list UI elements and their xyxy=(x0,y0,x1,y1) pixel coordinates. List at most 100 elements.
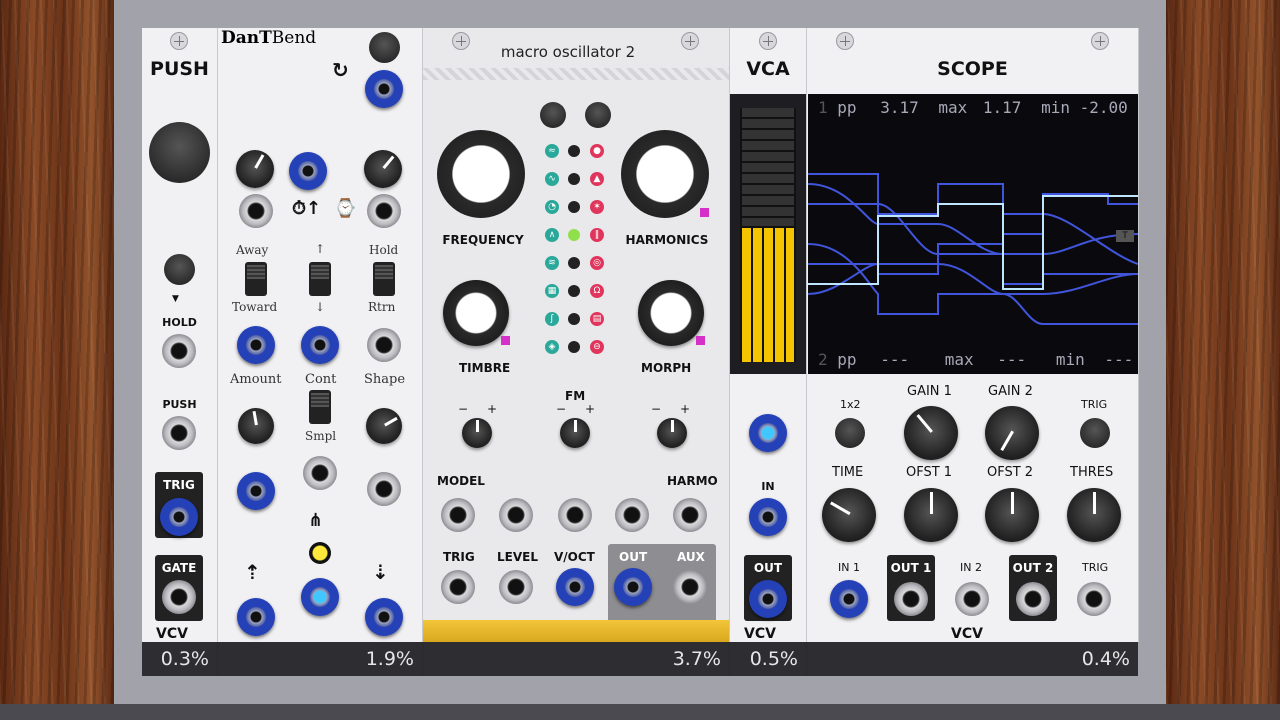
amount-knob[interactable] xyxy=(236,150,274,188)
trig-label: TRIG xyxy=(443,550,475,564)
out-label: OUT xyxy=(619,550,648,564)
trig-output-jack[interactable] xyxy=(160,498,198,536)
shape-jack[interactable] xyxy=(367,328,401,362)
aux-jack[interactable] xyxy=(673,570,707,604)
thres-knob[interactable] xyxy=(1067,488,1121,542)
up-output-plug[interactable] xyxy=(237,598,275,636)
bend-top-jack-plug[interactable] xyxy=(365,70,403,108)
bend-cv-plug-1[interactable] xyxy=(237,472,275,510)
bend-jack-3[interactable] xyxy=(303,456,337,490)
smpl-switch[interactable] xyxy=(309,390,331,424)
bend-top-button[interactable] xyxy=(369,32,400,63)
vca-in-label: IN xyxy=(761,480,775,493)
frequency-knob[interactable] xyxy=(437,130,525,218)
gate-label: GATE xyxy=(161,561,197,575)
push-big-button[interactable] xyxy=(149,122,210,183)
x1x2-button[interactable] xyxy=(835,418,865,448)
harmonics-mod-indicator xyxy=(700,208,709,217)
morph-atten-knob[interactable] xyxy=(657,418,687,448)
vca-logo: VCV xyxy=(744,626,776,642)
down-output-plug[interactable] xyxy=(365,598,403,636)
out1-jack[interactable] xyxy=(894,582,928,616)
cpu-meter-bend: 1.9% xyxy=(218,642,422,676)
away-toward-switch[interactable] xyxy=(245,262,267,296)
amount-cv-plug[interactable] xyxy=(237,326,275,364)
ofst1-knob[interactable] xyxy=(904,488,958,542)
ch1-pp-value: 3.17 xyxy=(880,98,919,117)
wood-side-right xyxy=(1166,0,1280,720)
gate-output-plug[interactable] xyxy=(301,578,339,616)
amount-atten-knob[interactable] xyxy=(238,408,274,444)
ch1-readout: 1 pp 3.17 max 1.17 min -2.00 xyxy=(818,98,1128,117)
up-icon: ⇡ xyxy=(244,560,261,584)
gain1-knob[interactable] xyxy=(904,406,958,460)
model-icon-3: ◔ xyxy=(545,200,559,214)
gain1-label: GAIN 1 xyxy=(907,384,952,399)
morph-knob[interactable] xyxy=(638,280,704,346)
shape-atten-knob[interactable] xyxy=(366,408,402,444)
gain2-knob[interactable] xyxy=(985,406,1039,460)
macro-oscillator-module: macro oscillator 2 FREQUENCY HARMONICS ≈… xyxy=(423,28,730,642)
out-plug[interactable] xyxy=(614,568,652,606)
timbre-atten-knob[interactable] xyxy=(462,418,492,448)
vca-out-plug[interactable] xyxy=(749,580,787,618)
fm-atten-knob[interactable] xyxy=(560,418,590,448)
timbre-knob[interactable] xyxy=(443,280,509,346)
ofst2-knob[interactable] xyxy=(985,488,1039,542)
model-icon-b6: Ω xyxy=(590,284,604,298)
clock-icon: ⏱↑ xyxy=(292,198,322,219)
vca-cv-plug[interactable] xyxy=(749,414,787,452)
cpu-meter-scope: 0.4% xyxy=(807,642,1138,676)
in1-plug[interactable] xyxy=(830,580,868,618)
shape-knob[interactable] xyxy=(364,150,402,188)
fm-cv-jack[interactable] xyxy=(558,498,592,532)
level-jack[interactable] xyxy=(499,570,533,604)
push-jack[interactable] xyxy=(162,416,196,450)
bend-jack-4[interactable] xyxy=(367,472,401,506)
morph-cv-jack[interactable] xyxy=(615,498,649,532)
model-cv-jack[interactable] xyxy=(441,498,475,532)
smpl-label: Smpl xyxy=(305,429,337,443)
trig-label: TRIG xyxy=(1081,398,1108,411)
screw xyxy=(836,32,854,50)
cpu-meter-vca: 0.5% xyxy=(730,642,806,676)
down-icon: ⇣ xyxy=(372,560,389,584)
vca-in-plug[interactable] xyxy=(749,498,787,536)
harmo-cv-jack[interactable] xyxy=(673,498,707,532)
trig2-jack[interactable] xyxy=(1077,582,1111,616)
trig-jack[interactable] xyxy=(441,570,475,604)
cont-cv-plug[interactable] xyxy=(289,152,327,190)
model-button-left[interactable] xyxy=(540,102,566,128)
ch1-max-value: 1.17 xyxy=(982,98,1022,117)
time-knob[interactable] xyxy=(822,488,876,542)
model-icon-b8: ⊖ xyxy=(590,340,604,354)
out2-label: OUT 2 xyxy=(1012,561,1054,575)
bend-jack-2[interactable] xyxy=(367,194,401,228)
model-button-right[interactable] xyxy=(585,102,611,128)
ch1-min-label: min xyxy=(1041,98,1070,117)
bend-jack-1[interactable] xyxy=(239,194,273,228)
hold-jack[interactable] xyxy=(162,334,196,368)
signal-icon: ⋔ xyxy=(308,510,324,531)
gate-output-jack[interactable] xyxy=(162,580,196,614)
scope-trig-button[interactable] xyxy=(1080,418,1110,448)
scope-display: 1 pp 3.17 max 1.17 min -2.00 T 2 pp --- … xyxy=(808,94,1138,374)
harmonics-knob[interactable] xyxy=(621,130,709,218)
ofst1-label: OFST 1 xyxy=(906,465,953,480)
model-led-5 xyxy=(568,257,580,269)
in2-jack[interactable] xyxy=(955,582,989,616)
screw xyxy=(759,32,777,50)
ch2-pp-value: --- xyxy=(880,350,910,369)
screw xyxy=(170,32,188,50)
bend-name: Bend xyxy=(271,28,317,48)
out2-jack[interactable] xyxy=(1016,582,1050,616)
cont-jack-plug[interactable] xyxy=(301,326,339,364)
direction-switch[interactable] xyxy=(309,262,331,296)
harmo-label: HARMO xyxy=(667,474,718,488)
voct-plug[interactable] xyxy=(556,568,594,606)
amount-label: Amount xyxy=(230,372,282,387)
push-small-button[interactable] xyxy=(164,254,195,285)
timbre-cv-jack[interactable] xyxy=(499,498,533,532)
push-title: PUSH xyxy=(150,58,209,80)
hold-rtrn-switch[interactable] xyxy=(373,262,395,296)
